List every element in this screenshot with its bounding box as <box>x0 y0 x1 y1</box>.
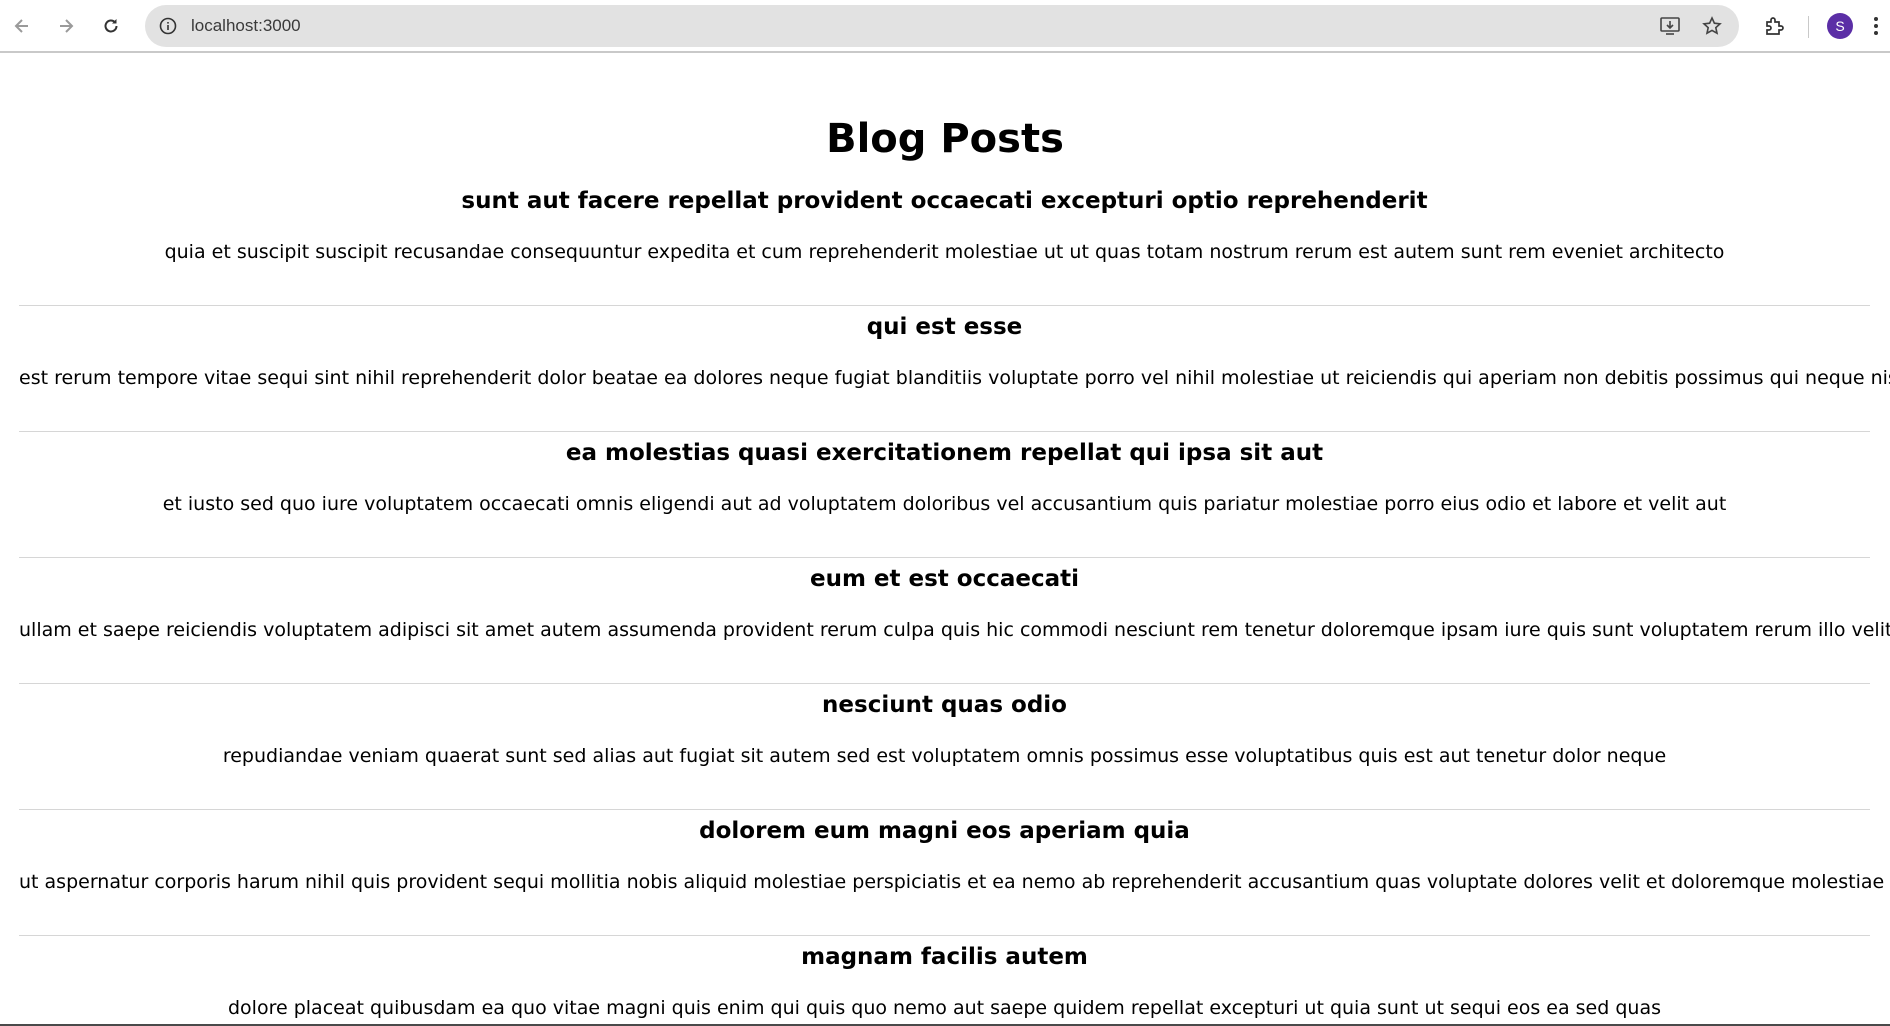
post-body: ut aspernatur corporis harum nihil quis … <box>19 871 1885 893</box>
bookmark-button[interactable] <box>1697 11 1727 41</box>
browser-toolbar: localhost:3000 S <box>0 0 1890 53</box>
post-title: dolorem eum magni eos aperiam quia <box>699 818 1190 844</box>
post-item: ea molestias quasi exercitationem repell… <box>19 432 1870 558</box>
post-body: ullam et saepe reiciendis voluptatem adi… <box>19 619 1890 641</box>
reload-button[interactable] <box>97 8 125 44</box>
toolbar-divider <box>1808 16 1809 38</box>
install-app-icon <box>1660 17 1680 35</box>
site-info-button[interactable] <box>153 11 183 41</box>
post-title: nesciunt quas odio <box>822 692 1067 718</box>
post-title: qui est esse <box>866 314 1023 340</box>
forward-arrow-icon <box>60 19 74 33</box>
post-item: eum et est occaecati ullam et saepe reic… <box>19 558 1890 684</box>
menu-button[interactable] <box>1866 8 1886 44</box>
kebab-menu-icon <box>1874 17 1878 35</box>
back-button[interactable] <box>8 8 36 44</box>
post-item: magnam facilis autem dolore placeat quib… <box>19 936 1870 1026</box>
url-text[interactable]: localhost:3000 <box>191 5 301 47</box>
post-body: dolore placeat quibusdam ea quo vitae ma… <box>228 997 1661 1019</box>
page-title: Blog Posts <box>826 116 1064 162</box>
post-title: eum et est occaecati <box>809 566 1080 592</box>
puzzle-icon <box>1766 17 1784 35</box>
post-title: sunt aut facere repellat provident occae… <box>461 188 1428 214</box>
page-content: Blog Posts sunt aut facere repellat prov… <box>0 53 1890 1026</box>
extensions-button[interactable] <box>1756 8 1792 44</box>
post-item: dolorem eum magni eos aperiam quia ut as… <box>19 810 1885 936</box>
post-body: repudiandae veniam quaerat sunt sed alia… <box>222 745 1667 767</box>
post-list: sunt aut facere repellat provident occae… <box>19 180 1890 1026</box>
post-item: qui est esse est rerum tempore vitae seq… <box>19 306 1890 432</box>
post-item: sunt aut facere repellat provident occae… <box>19 180 1870 306</box>
avatar: S <box>1827 13 1853 39</box>
reload-icon <box>104 19 118 33</box>
back-arrow-icon <box>14 19 28 33</box>
star-icon <box>1702 16 1722 35</box>
forward-button[interactable] <box>52 8 80 44</box>
info-icon <box>159 17 177 35</box>
profile-button[interactable]: S <box>1822 8 1858 44</box>
post-title: magnam facilis autem <box>801 944 1088 970</box>
post-item: nesciunt quas odio repudiandae veniam qu… <box>19 684 1870 810</box>
post-body: et iusto sed quo iure voluptatem occaeca… <box>162 493 1727 515</box>
post-body: quia et suscipit suscipit recusandae con… <box>164 241 1725 263</box>
install-app-button[interactable] <box>1655 11 1685 41</box>
post-body: est rerum tempore vitae sequi sint nihil… <box>19 367 1890 389</box>
post-title: ea molestias quasi exercitationem repell… <box>565 440 1324 466</box>
address-bar[interactable]: localhost:3000 <box>145 5 1739 47</box>
